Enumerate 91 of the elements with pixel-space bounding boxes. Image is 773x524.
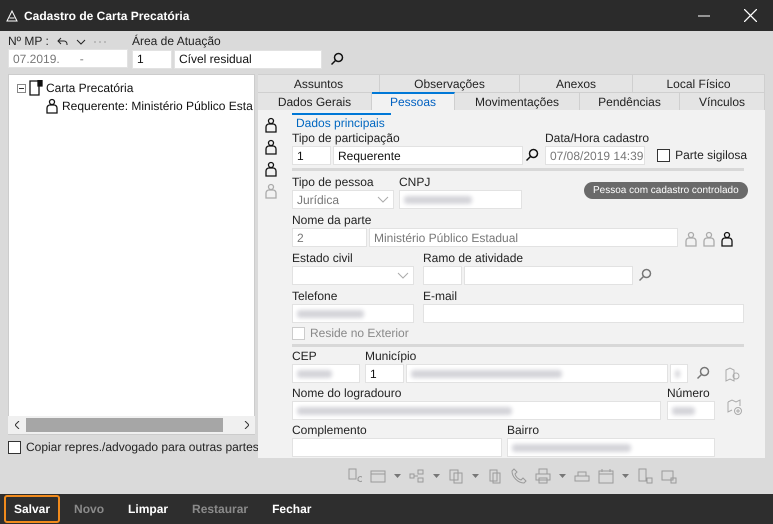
chevron-down-icon[interactable]: [76, 38, 86, 44]
input-field[interactable]: [507, 438, 715, 457]
phone-icon[interactable]: [511, 468, 527, 484]
search-icon[interactable]: [525, 148, 539, 162]
folder-lock-icon[interactable]: [661, 468, 677, 484]
document-lock-icon[interactable]: [637, 468, 653, 484]
field-label: CNPJ: [399, 176, 432, 189]
input-field[interactable]: 1: [292, 146, 331, 165]
input-field[interactable]: [292, 401, 661, 420]
action-button[interactable]: Fechar: [262, 495, 322, 523]
field-label: Município: [365, 350, 418, 363]
tab[interactable]: Movimentações: [455, 92, 580, 110]
person-icon[interactable]: [264, 139, 278, 155]
person-icon[interactable]: [264, 117, 278, 133]
field-label: Estado civil: [292, 252, 354, 265]
minimize-icon: [698, 14, 710, 16]
checkbox[interactable]: [8, 440, 21, 454]
hierarchy-icon[interactable]: [409, 468, 425, 484]
field-label: CEP: [292, 350, 318, 363]
field-label: Complemento: [292, 424, 368, 437]
field-label: Data/Hora cadastro: [545, 132, 650, 145]
checkbox[interactable]: [657, 148, 670, 162]
person-icon[interactable]: [45, 98, 59, 114]
field-label: Ramo de atividade: [423, 252, 524, 265]
input-field[interactable]: Requerente: [333, 146, 523, 165]
input-field[interactable]: 07.2019. -: [8, 49, 128, 68]
caret-icon[interactable]: [433, 474, 440, 478]
checkbox-label: Copiar repres./advogado para outras partes: [26, 440, 259, 454]
subtab[interactable]: Dados principais: [292, 113, 391, 130]
chevron-left-icon[interactable]: [14, 421, 20, 429]
tab[interactable]: Observações: [380, 74, 520, 92]
input-field[interactable]: [292, 304, 414, 323]
window-title: Cadastro de Carta Precatória: [24, 8, 190, 22]
action-button[interactable]: Salvar: [4, 495, 60, 523]
document-add-icon[interactable]: [346, 468, 362, 484]
field-label: Bairro: [507, 424, 540, 437]
input-field[interactable]: 1: [365, 364, 404, 383]
input-field[interactable]: [423, 266, 462, 285]
horizontal-scrollbar[interactable]: [8, 416, 255, 434]
checkbox-label: Reside no Exterior: [310, 326, 409, 340]
document-icon: [29, 80, 43, 96]
field-label: Área de Atuação: [132, 35, 222, 48]
input-field[interactable]: [399, 190, 522, 209]
collapse-icon[interactable]: [17, 84, 26, 92]
tab[interactable]: Pendências: [580, 92, 680, 110]
folder-icon[interactable]: [370, 468, 386, 484]
input-field[interactable]: [670, 364, 688, 383]
field-label: E-mail: [423, 290, 458, 303]
input-field[interactable]: Cível residual: [174, 50, 322, 68]
app-logo-icon: [6, 10, 18, 22]
status-badge: Pessoa com cadastro controlado: [584, 182, 748, 199]
input-field[interactable]: [292, 438, 502, 457]
tab[interactable]: Local Físico: [633, 74, 765, 92]
person-icon[interactable]: [264, 161, 278, 177]
caret-icon[interactable]: [559, 474, 566, 478]
input-field[interactable]: [464, 266, 633, 285]
input-field[interactable]: 1: [132, 50, 172, 68]
undo-icon[interactable]: [56, 37, 68, 46]
tree-item[interactable]: Requerente: Ministério Público Esta: [62, 99, 253, 113]
documents-icon[interactable]: [448, 468, 464, 484]
dropdown-field[interactable]: [292, 266, 414, 285]
caret-icon[interactable]: [394, 474, 401, 478]
checkbox-label: Parte sigilosa: [675, 148, 748, 162]
field-label: Número: [667, 387, 711, 400]
field-label: Nome do logradouro: [292, 387, 402, 400]
input-field[interactable]: [667, 401, 715, 420]
tab[interactable]: Dados Gerais: [258, 92, 372, 110]
tab[interactable]: Vínculos: [680, 92, 765, 110]
input-field[interactable]: [423, 304, 744, 323]
tree-item[interactable]: Carta Precatória: [46, 81, 134, 95]
tab[interactable]: Pessoas: [372, 92, 455, 110]
person-search-icon[interactable]: [720, 231, 734, 247]
caret-icon[interactable]: [472, 474, 479, 478]
tab[interactable]: Assuntos: [258, 74, 380, 92]
map-search-icon[interactable]: [725, 367, 741, 383]
map-add-icon[interactable]: [727, 398, 743, 416]
chevron-right-icon[interactable]: [244, 421, 248, 429]
clipboard-icon[interactable]: [487, 468, 503, 484]
caret-icon[interactable]: [622, 474, 629, 478]
input-field[interactable]: [292, 364, 360, 383]
action-button[interactable]: Limpar: [118, 495, 178, 523]
printer-icon[interactable]: [535, 468, 551, 484]
input-field[interactable]: [406, 364, 668, 383]
calendar-icon[interactable]: [598, 468, 614, 484]
field-label: Tipo de participação: [292, 132, 401, 145]
field-label: Telefone: [292, 290, 338, 303]
close-icon: [744, 9, 756, 22]
field-label: Nome da parte: [292, 214, 372, 227]
field-label: Tipo de pessoa: [292, 176, 375, 189]
field-label: Nº MP :: [8, 35, 49, 48]
tab[interactable]: Anexos: [520, 74, 633, 92]
